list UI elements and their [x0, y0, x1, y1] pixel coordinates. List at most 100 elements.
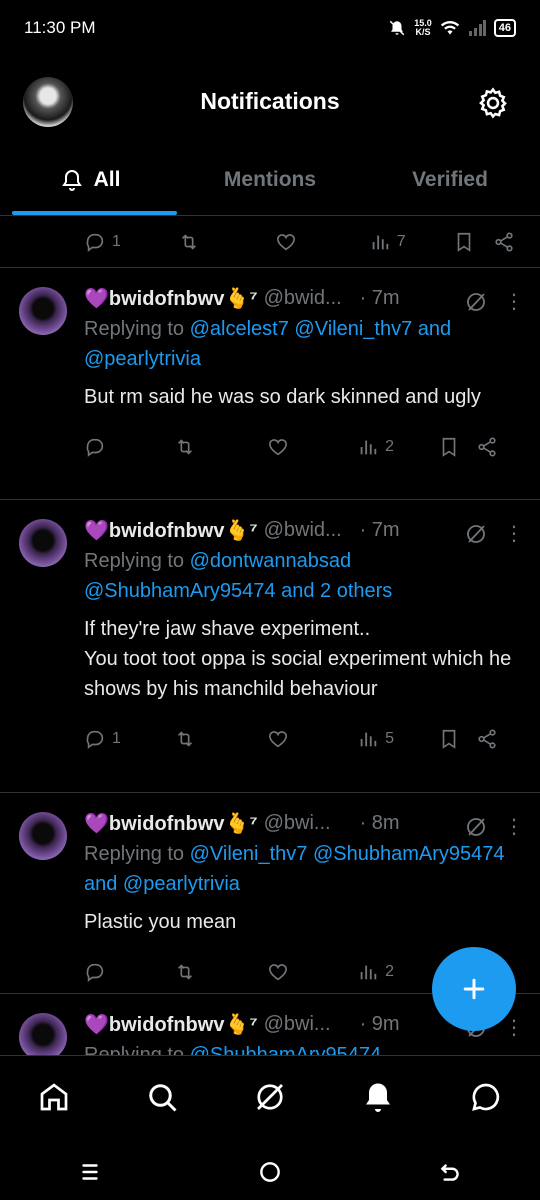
tab-verified-label: Verified [412, 167, 488, 191]
nav-search[interactable] [144, 1079, 180, 1120]
like-button[interactable] [267, 436, 357, 458]
tab-mentions-label: Mentions [223, 167, 317, 191]
views-button[interactable]: 5 [357, 728, 438, 750]
post-time: · 7m [359, 286, 400, 309]
tab-verified[interactable]: Verified [360, 148, 540, 215]
list-item[interactable]: 💜bwidofnbwv🫰⁷ @bwid... · 7m ⋮ Replying t… [0, 499, 540, 792]
bookmark-icon [457, 232, 471, 252]
grok-icon[interactable] [464, 815, 488, 839]
more-icon[interactable]: ⋮ [504, 292, 524, 312]
post-actions: 1 5 [84, 714, 522, 764]
reply-context: Replying to @ShubhamAry95474 [84, 1040, 522, 1055]
like-button[interactable] [275, 231, 369, 253]
views-button[interactable]: 2 [357, 436, 438, 458]
views-button[interactable]: 7 [369, 231, 453, 253]
post-text: Plastic you mean [84, 911, 237, 933]
post-author-name[interactable]: 💜bwidofnbwv🫰⁷ [84, 1012, 258, 1037]
post-header: 💜bwidofnbwv🫰⁷ @bwid... · 7m [84, 514, 522, 546]
heart-icon [276, 234, 295, 251]
nav-home[interactable] [36, 1079, 72, 1120]
notification-tabs: All Mentions Verified [0, 148, 540, 216]
reply-context: Replying to @dontwannabsad @ShubhamAry95… [84, 550, 393, 602]
search-icon [149, 1084, 177, 1112]
grok-icon [257, 1084, 283, 1110]
reply-mentions-link[interactable]: @ShubhamAry95474 [190, 1044, 382, 1055]
post-author-name[interactable]: 💜bwidofnbwv🫰⁷ [84, 811, 258, 836]
avatar[interactable] [19, 812, 67, 860]
net-speed: 15.0 K/S [414, 18, 432, 37]
retweet-button[interactable] [174, 436, 266, 458]
tab-all[interactable]: All [0, 148, 180, 215]
grok-icon[interactable] [464, 290, 488, 314]
post-author-handle[interactable]: @bwi... [264, 1013, 356, 1036]
post-author-name[interactable]: 💜bwidofnbwv🫰⁷ [84, 286, 258, 311]
reply-button[interactable]: 1 [84, 231, 178, 253]
home-circle-icon[interactable] [257, 1159, 283, 1185]
nav-grok[interactable] [252, 1079, 288, 1120]
retweet-button[interactable] [174, 961, 266, 983]
share-button[interactable] [476, 728, 504, 750]
reply-icon [86, 233, 104, 252]
post-header: 💜bwidofnbwv🫰⁷ @bwi... · 8m [84, 807, 522, 839]
avatar[interactable] [19, 287, 67, 335]
wifi-icon [440, 21, 459, 35]
grok-icon[interactable] [464, 522, 488, 546]
post-author-handle[interactable]: @bwid... [264, 287, 356, 310]
share-button[interactable] [493, 231, 522, 253]
share-icon [494, 232, 513, 252]
reply-context: Replying to @Vileni_thv7 @ShubhamAry9547… [84, 843, 505, 895]
bookmark-icon [442, 729, 456, 749]
list-item[interactable]: 💜bwidofnbwv🫰⁷ @bwid... · 7m ⋮ Replying t… [0, 267, 540, 499]
more-icon[interactable]: ⋮ [504, 524, 524, 544]
retweet-icon [182, 234, 197, 250]
tab-all-label: All [93, 167, 121, 191]
bookmark-button[interactable] [438, 436, 476, 458]
heart-icon [268, 964, 287, 981]
view-count: 2 [385, 438, 394, 455]
tab-mentions[interactable]: Mentions [180, 148, 360, 215]
post-time: · 8m [359, 811, 400, 834]
retweet-icon [178, 964, 193, 980]
reply-button[interactable]: 1 [84, 728, 174, 750]
post-author-handle[interactable]: @bwi... [264, 812, 356, 835]
view-count: 5 [385, 730, 394, 747]
notification-feed[interactable]: 1 7 💜bwidofnbwv🫰⁷ @bwid... · 7m ⋮ Replyi… [0, 217, 540, 1055]
views-icon [372, 235, 389, 250]
retweet-button[interactable] [178, 231, 274, 253]
views-icon [360, 965, 377, 980]
share-button[interactable] [476, 436, 504, 458]
avatar[interactable] [19, 1013, 67, 1055]
more-icon[interactable]: ⋮ [504, 817, 524, 837]
bookmark-button[interactable] [453, 231, 492, 253]
page-title: Notifications [200, 88, 340, 114]
like-button[interactable] [267, 728, 357, 750]
post-author-name[interactable]: 💜bwidofnbwv🫰⁷ [84, 518, 258, 543]
message-icon [472, 1083, 500, 1111]
recent-apps-icon[interactable] [77, 1159, 103, 1185]
like-button[interactable] [267, 961, 357, 983]
view-count: 2 [385, 963, 394, 980]
views-icon [360, 732, 377, 747]
views-button[interactable]: 2 [357, 961, 438, 983]
back-icon[interactable] [437, 1159, 463, 1185]
heart-icon [268, 439, 287, 456]
nav-notifications[interactable] [360, 1079, 396, 1120]
gear-icon[interactable] [476, 86, 510, 120]
avatar[interactable] [19, 519, 67, 567]
reply-icon [86, 438, 104, 457]
more-icon[interactable]: ⋮ [504, 1018, 524, 1038]
post-text: But rm said he was so dark skinned and u… [84, 386, 481, 408]
signal-icon [468, 20, 486, 36]
share-icon [478, 729, 496, 749]
compose-button[interactable] [432, 947, 516, 1031]
reply-count: 1 [112, 233, 121, 250]
post-actions: 1 7 [0, 217, 540, 267]
post-author-handle[interactable]: @bwid... [264, 519, 356, 542]
retweet-button[interactable] [174, 728, 266, 750]
reply-button[interactable] [84, 961, 174, 983]
nav-messages[interactable] [468, 1079, 504, 1120]
bookmark-button[interactable] [438, 728, 476, 750]
view-count: 7 [396, 233, 406, 250]
reply-icon [86, 963, 104, 982]
reply-button[interactable] [84, 436, 174, 458]
